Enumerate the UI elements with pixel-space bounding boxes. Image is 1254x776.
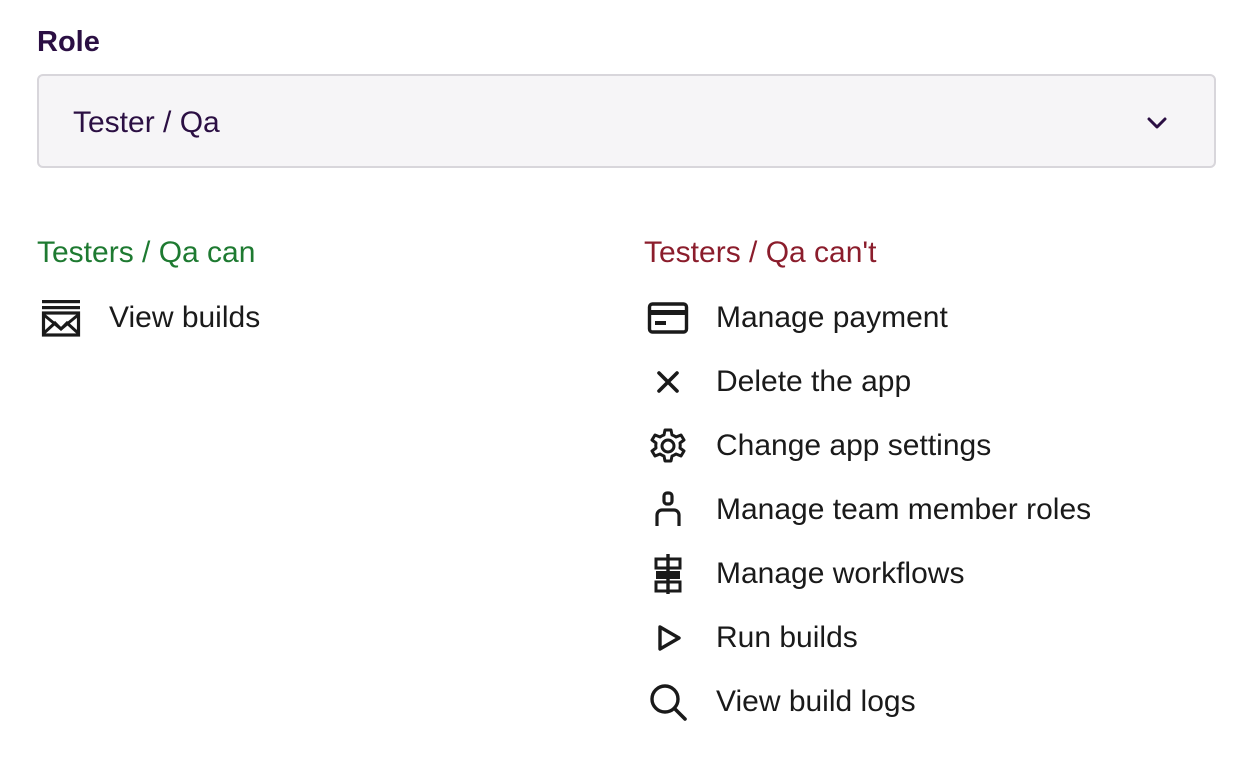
cant-item-label: Run builds bbox=[716, 621, 858, 654]
workflow-icon bbox=[644, 550, 692, 598]
cant-item-view-logs: View build logs bbox=[644, 677, 916, 727]
close-icon bbox=[644, 358, 692, 406]
cant-item-manage-payment: Manage payment bbox=[644, 293, 948, 343]
role-select-value: Tester / Qa bbox=[73, 106, 220, 139]
role-select[interactable]: Tester / Qa bbox=[37, 74, 1216, 168]
role-label: Role bbox=[37, 26, 100, 58]
build-image-icon bbox=[37, 294, 85, 342]
role-permissions-panel: Role Tester / Qa Testers / Qa can Tester… bbox=[0, 0, 1254, 776]
credit-card-icon bbox=[644, 294, 692, 342]
cant-item-run-builds: Run builds bbox=[644, 613, 858, 663]
cant-item-label: Delete the app bbox=[716, 365, 912, 398]
cant-item-label: Manage workflows bbox=[716, 557, 965, 590]
play-icon bbox=[644, 614, 692, 662]
cant-item-manage-workflows: Manage workflows bbox=[644, 549, 964, 599]
chevron-down-icon[interactable] bbox=[1144, 110, 1170, 136]
gear-icon bbox=[644, 422, 692, 470]
cant-item-label: Manage payment bbox=[716, 301, 948, 334]
cant-item-label: Change app settings bbox=[716, 429, 992, 462]
cant-item-change-settings: Change app settings bbox=[644, 421, 991, 471]
person-icon bbox=[644, 486, 692, 534]
can-item-label: View builds bbox=[109, 301, 261, 334]
cant-item-manage-roles: Manage team member roles bbox=[644, 485, 1091, 535]
cant-item-delete-app: Delete the app bbox=[644, 357, 911, 407]
cant-heading: Testers / Qa can't bbox=[644, 236, 877, 269]
cant-item-label: Manage team member roles bbox=[716, 493, 1092, 526]
cant-item-label: View build logs bbox=[716, 685, 916, 718]
can-heading: Testers / Qa can bbox=[37, 236, 256, 269]
can-item-view-builds: View builds bbox=[37, 293, 260, 343]
search-icon bbox=[644, 678, 692, 726]
